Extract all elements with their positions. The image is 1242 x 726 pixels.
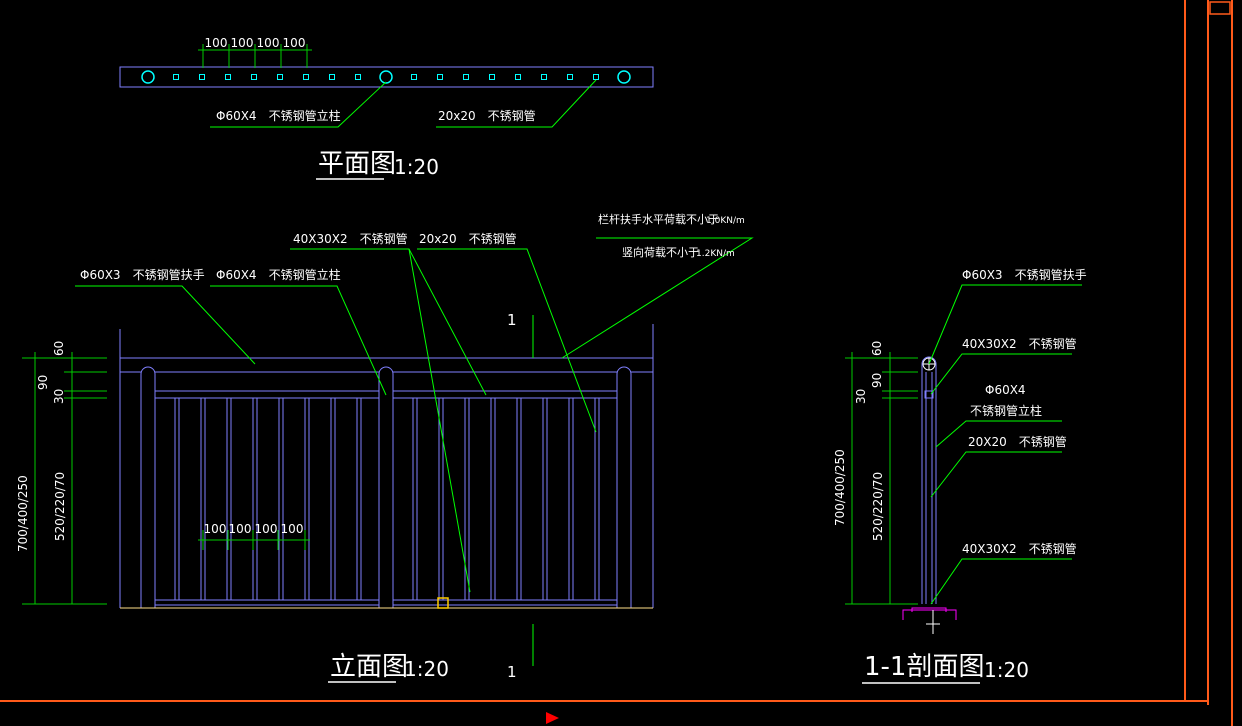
load-horizontal-label: 栏杆扶手水平荷载不小于 — [598, 212, 719, 226]
section-dim-30: 30 — [854, 389, 868, 404]
plan-dim-2: 100 — [231, 36, 254, 50]
elevation-bar-label: 20x20 不锈钢管 — [419, 231, 517, 246]
elevation-spacing-dim-3: 100 — [255, 522, 278, 536]
section-dim-90: 90 — [870, 373, 884, 388]
plan-bar-square — [225, 74, 231, 80]
elevation-spacing-dim-2: 100 — [229, 522, 252, 536]
drawing-frame — [0, 0, 1233, 726]
plan-scale: 1:20 — [394, 155, 439, 179]
elevation-rail-label: 40X30X2 不锈钢管 — [293, 231, 408, 246]
section-mark-top: 1 — [507, 311, 517, 329]
elevation-dim-60: 60 — [52, 341, 66, 356]
plan-bar-square — [541, 74, 547, 80]
plan-bar-square — [567, 74, 573, 80]
elevation-dim-90: 90 — [36, 375, 50, 390]
plan-post-right — [617, 70, 631, 84]
plan-bars — [173, 74, 599, 80]
cursor-arrow-icon[interactable] — [546, 712, 559, 724]
elevation-spacing-dim-1: 100 — [204, 522, 227, 536]
elevation-title: 立面图 — [330, 652, 408, 682]
section-handrail-label: Φ60X3 不锈钢管扶手 — [962, 267, 1087, 282]
plan-bar-square — [251, 74, 257, 80]
section-anchor — [926, 610, 940, 634]
plan-bar-square — [173, 74, 179, 80]
elevation-dim-total: 700/400/250 — [16, 475, 30, 552]
plan-bar-square — [303, 74, 309, 80]
plan-bar-square — [329, 74, 335, 80]
elevation-posts — [140, 366, 632, 608]
plan-bar-square — [463, 74, 469, 80]
section-view[interactable]: 60 90 30 700/400/250 520/220/70 Φ60X3 不锈… — [833, 267, 1087, 684]
plan-bar-square — [199, 74, 205, 80]
plan-bar-label: 20x20 不锈钢管 — [438, 108, 536, 123]
elevation-view[interactable]: 1 1 Φ60X3 不锈钢管扶手 Φ60X4 不锈钢管立柱 40X30X2 不锈… — [16, 212, 754, 683]
plan-title: 平面图 — [318, 149, 396, 179]
plan-post-left — [141, 70, 155, 84]
section-dim-inner: 520/220/70 — [871, 472, 885, 541]
plan-post-label: Φ60X4 不锈钢管立柱 — [216, 108, 341, 123]
section-rail-top-label: 40X30X2 不锈钢管 — [962, 336, 1077, 351]
plan-view[interactable]: 100 100 100 100 Φ60X4 不锈钢管立柱 20x20 不锈钢管 … — [119, 36, 654, 180]
elevation-dim-30: 30 — [52, 389, 66, 404]
section-title: 1-1剖面图 — [864, 652, 984, 682]
plan-post-middle — [379, 70, 393, 84]
plan-dim-3: 100 — [257, 36, 280, 50]
section-rail-bottom-label: 40X30X2 不锈钢管 — [962, 541, 1077, 556]
elevation-post-label: Φ60X4 不锈钢管立柱 — [216, 267, 341, 282]
load-vertical-label: 竖向荷载不小于 — [622, 245, 699, 259]
plan-dim-4: 100 — [283, 36, 306, 50]
elevation-scale: 1:20 — [404, 657, 449, 681]
elevation-handrail-label: Φ60X3 不锈钢管扶手 — [80, 267, 205, 282]
section-bar-label: 20X20 不锈钢管 — [968, 434, 1067, 449]
section-profile — [921, 356, 937, 604]
section-scale: 1:20 — [984, 658, 1029, 682]
section-post-label-2: 不锈钢管立柱 — [970, 403, 1042, 418]
section-base-plate — [902, 607, 957, 620]
plan-bar-square — [437, 74, 443, 80]
load-vertical-value: 1.2KN/m — [696, 249, 735, 259]
elevation-spacing-dim-4: 100 — [281, 522, 304, 536]
load-horizontal-value: 1.0KN/m — [706, 216, 745, 226]
cad-drawing-canvas[interactable]: 100 100 100 100 Φ60X4 不锈钢管立柱 20x20 不锈钢管 … — [0, 0, 1242, 726]
elevation-dim-inner: 520/220/70 — [53, 472, 67, 541]
plan-bar-square — [593, 74, 599, 80]
plan-bar-square — [411, 74, 417, 80]
section-mark-bottom: 1 — [507, 663, 517, 681]
plan-bar-square — [489, 74, 495, 80]
plan-bar-square — [277, 74, 283, 80]
plan-bar-square — [355, 74, 361, 80]
section-post-label-1: Φ60X4 — [985, 383, 1026, 397]
plan-dim-1: 100 — [205, 36, 228, 50]
plan-bar-square — [515, 74, 521, 80]
section-dim-60: 60 — [870, 341, 884, 356]
section-dim-total: 700/400/250 — [833, 449, 847, 526]
